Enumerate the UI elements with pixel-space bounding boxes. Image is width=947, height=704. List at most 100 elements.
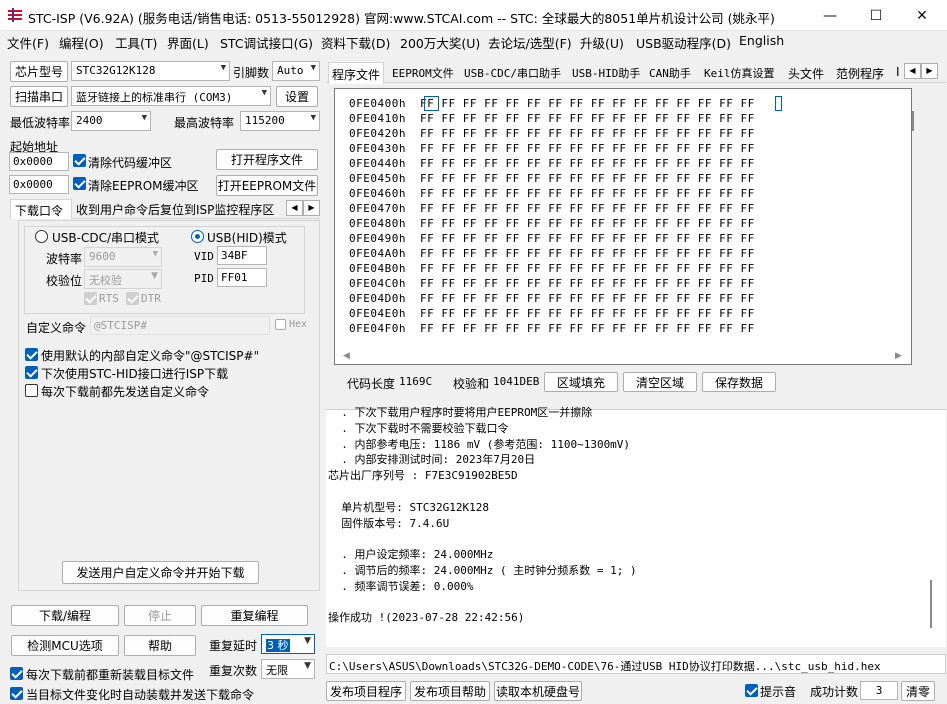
vid-label: VID [194, 250, 214, 263]
read-disk-id-button[interactable]: 读取本机硬盘号 [494, 681, 582, 701]
tab-program-file[interactable]: 程序文件 [328, 62, 385, 84]
hex-row: 0FE0430h FF FF FF FF FF FF FF FF FF FF FF… [349, 142, 755, 155]
hex-row-address: 0FE04C0h [349, 277, 406, 290]
menu-downloads[interactable]: 资料下载(D) [319, 33, 392, 52]
hex-row: 0FE0470h FF FF FF FF FF FF FF FF FF FF FF… [349, 202, 755, 215]
clear-code-checkbox[interactable] [73, 154, 86, 167]
reload-before-download-checkbox[interactable] [10, 667, 23, 680]
hex-ascii-cursor [775, 96, 782, 111]
chevron-down-icon: ▼ [261, 88, 267, 98]
parity-label: 校验位 [46, 274, 83, 288]
log-vscroll-thumb[interactable] [930, 580, 932, 628]
check-mcu-options-button[interactable]: 检测MCU选项 [11, 635, 119, 656]
tab-more[interactable]: I [893, 62, 903, 83]
tab-usb-cdc-assistant[interactable]: USB-CDC/串口助手 [461, 62, 564, 83]
close-button[interactable]: ✕ [899, 0, 945, 31]
pid-input[interactable]: FF01 [217, 268, 267, 287]
auto-reload-checkbox[interactable] [10, 687, 23, 700]
clear-eeprom-label: 清除EEPROM缓冲区 [88, 179, 199, 193]
menu-award[interactable]: 200万大奖(U) [398, 33, 482, 52]
minimize-button[interactable]: — [807, 0, 853, 31]
code-length-label: 代码长度 [347, 377, 396, 391]
repeat-delay-value: 3 秒 [266, 639, 290, 652]
code-address-input[interactable]: 0x0000 [9, 152, 69, 171]
repeat-program-button[interactable]: 重复编程 [201, 605, 308, 626]
baud-label: 波特率 [46, 252, 83, 266]
clear-region-button[interactable]: 清空区域 [623, 372, 697, 392]
menu-tools[interactable]: 工具(T) [113, 33, 159, 52]
clear-eeprom-checkbox[interactable] [73, 177, 86, 190]
parity-value: 无校验 [89, 274, 122, 287]
usb-hid-radio[interactable] [191, 230, 204, 243]
chevron-down-icon: ▼ [304, 661, 311, 671]
tab-header-file[interactable]: 头文件 [785, 62, 827, 83]
menu-file[interactable]: 文件(F) [5, 33, 51, 52]
hex-vscroll-thumb[interactable] [912, 111, 914, 131]
min-baud-select[interactable]: 2400 ▼ [71, 111, 151, 131]
save-data-button[interactable]: 保存数据 [702, 372, 776, 392]
hex-row-address: 0FE0420h [349, 127, 406, 140]
repeat-delay-select[interactable]: 3 秒 ▼ [261, 634, 315, 654]
hex-row-bytes: FF FF FF FF FF FF FF FF FF FF FF FF FF F… [419, 232, 755, 245]
menu-usb-driver[interactable]: USB驱动程序(D) [634, 33, 733, 52]
menu-program[interactable]: 编程(O) [57, 33, 106, 52]
menu-english[interactable]: English [737, 33, 786, 48]
serial-port-select[interactable]: 蓝牙链接上的标准串行 (COM3) ▼ [71, 86, 271, 106]
tab-can-assistant[interactable]: CAN助手 [646, 62, 694, 83]
reset-count-button[interactable]: 清零 [901, 681, 935, 701]
right-tab-scroll-left-icon[interactable]: ◀ [904, 63, 921, 79]
dtr-checkbox [126, 292, 139, 305]
use-default-command-checkbox[interactable] [25, 348, 38, 361]
vid-input[interactable]: 34BF [217, 246, 267, 265]
publish-help-button[interactable]: 发布项目帮助 [410, 681, 490, 701]
next-stc-hid-checkbox[interactable] [25, 366, 38, 379]
menu-forum[interactable]: 去论坛/选型(F) [486, 33, 574, 52]
dtr-label: DTR [141, 292, 161, 305]
tab-examples[interactable]: 范例程序 [833, 62, 887, 83]
pin-count-select[interactable]: Auto ▼ [272, 61, 320, 81]
send-custom-command-button[interactable]: 发送用户自定义命令并开始下载 [62, 561, 259, 584]
log-line: 固件版本号: 7.4.6U [328, 516, 450, 530]
hex-row-bytes: FF FF FF FF FF FF FF FF FF FF FF FF FF F… [419, 247, 755, 260]
auto-reload-label: 当目标文件变化时自动装载并发送下载命令 [26, 688, 255, 702]
open-eeprom-file-button[interactable]: 打开EEPROM文件 [216, 175, 318, 196]
tab-reset-to-isp[interactable]: 收到用户命令后复位到ISP监控程序区 [76, 201, 274, 218]
publish-project-button[interactable]: 发布项目程序 [326, 681, 406, 701]
right-tab-scroll-right-icon[interactable]: ▶ [921, 63, 938, 79]
chip-model-select[interactable]: STC32G12K128 ▼ [71, 61, 230, 81]
repeat-count-select[interactable]: 无限 ▼ [261, 659, 315, 679]
hex-row-address: 0FE0450h [349, 172, 406, 185]
log-output[interactable]: . 下次下载用户程序时要将用户EEPROM区一并擦除 . 下次下载时不需要校验下… [326, 406, 946, 647]
port-settings-button[interactable]: 设置 [276, 86, 318, 107]
chevron-down-icon: ▼ [304, 636, 311, 646]
menu-upgrade[interactable]: 升级(U) [578, 33, 626, 52]
maximize-button[interactable]: ☐ [853, 0, 899, 31]
usb-cdc-radio[interactable] [35, 230, 48, 243]
repeat-delay-label: 重复延时 [209, 639, 258, 653]
hex-view[interactable]: 0FE0400h FF FF FF FF FF FF FF FF FF FF FF… [334, 88, 914, 365]
menu-interface[interactable]: 界面(L) [165, 33, 211, 52]
send-custom-first-checkbox[interactable] [25, 384, 38, 397]
eeprom-address-input[interactable]: 0x0000 [9, 175, 69, 194]
tab-eeprom-file[interactable]: EEPROM文件 [389, 62, 457, 83]
hex-row-bytes: FF FF FF FF FF FF FF FF FF FF FF FF FF F… [419, 112, 755, 125]
tab-password[interactable]: 下载口令 [10, 199, 72, 219]
download-program-button[interactable]: 下载/编程 [11, 605, 119, 626]
hex-row-address: 0FE0400h [349, 97, 406, 110]
tab-scroll-left-icon[interactable]: ◀ [286, 200, 303, 216]
max-baud-select[interactable]: 115200 ▼ [240, 111, 320, 131]
hex-scroll-right-icon[interactable]: ▶ [895, 351, 902, 361]
sound-checkbox[interactable] [745, 684, 758, 697]
hex-row: 0FE0420h FF FF FF FF FF FF FF FF FF FF FF… [349, 127, 755, 140]
tab-usb-hid-assistant[interactable]: USB-HID助手 [569, 62, 643, 83]
hex-scroll-left-icon[interactable]: ◀ [343, 351, 350, 361]
menu-debug-interface[interactable]: STC调试接口(G) [218, 33, 315, 52]
open-program-file-button[interactable]: 打开程序文件 [216, 149, 318, 170]
tab-keil-settings[interactable]: Keil仿真设置 [701, 62, 778, 83]
log-line: . 内部安排测试时间: 2023年7月20日 [328, 453, 536, 467]
fill-region-button[interactable]: 区域填充 [544, 372, 618, 392]
help-button[interactable]: 帮助 [124, 635, 196, 656]
custom-command-input[interactable]: @STCISP# [90, 316, 270, 335]
tab-scroll-right-icon[interactable]: ▶ [303, 200, 320, 216]
scan-port-button[interactable]: 扫描串口 [10, 86, 68, 107]
